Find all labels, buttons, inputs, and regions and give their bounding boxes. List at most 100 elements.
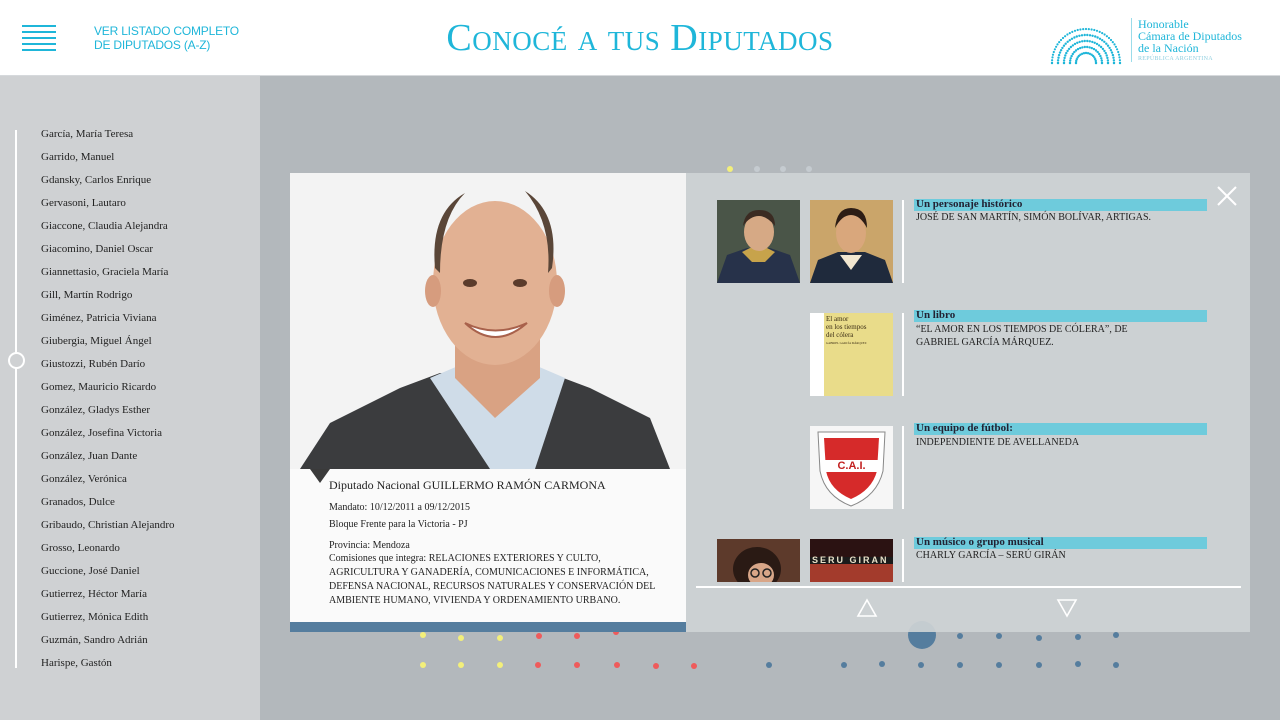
decorative-dot [1075, 661, 1081, 667]
deputy-list-item[interactable]: González, Gladys Esther [41, 403, 175, 426]
deputy-list-item[interactable]: Granados, Dulce [41, 495, 175, 518]
decorative-dot [614, 662, 620, 668]
favorite-separator [902, 539, 904, 582]
decorative-dot [727, 166, 733, 172]
decorative-dot [879, 661, 885, 667]
favorite-value: JOSÉ DE SAN MARTÍN, SIMÓN BOLÍVAR, ARTIG… [916, 212, 1152, 223]
decorative-dot [957, 662, 963, 668]
card-footer-bar [290, 622, 686, 632]
deputy-list-item[interactable]: Giménez, Patricia Viviana [41, 311, 175, 334]
decorative-dot [691, 663, 697, 669]
favorite-separator [902, 313, 904, 396]
bolivar-portrait-image [810, 200, 893, 283]
favorite-value: INDEPENDIENTE DE AVELLANEDA [916, 437, 1080, 448]
close-icon[interactable] [1216, 185, 1238, 207]
decorative-dot [458, 662, 464, 668]
favorite-separator [902, 426, 904, 509]
decorative-dot [1036, 662, 1042, 668]
book-cover-image: El amor en los tiempos del cólera GABRIE… [810, 313, 893, 396]
deputy-list-item[interactable]: Giacomino, Daniel Oscar [41, 242, 175, 265]
decorative-dot [458, 635, 464, 641]
favorite-label: Un libro [914, 310, 1207, 322]
favorite-value: “EL AMOR EN LOS TIEMPOS DE CÓLERA”, DE G… [916, 324, 1128, 348]
decorative-dot [420, 632, 426, 638]
favorites-divider [696, 586, 1241, 588]
album-text: SERU GIRAN [812, 555, 889, 565]
decorative-dot [1113, 632, 1119, 638]
sidebar-scroll-track[interactable] [15, 130, 17, 668]
favorite-label: Un personaje histórico [914, 199, 1207, 211]
decorative-dot [574, 662, 580, 668]
deputy-list-item[interactable]: Giustozzi, Rubén Darío [41, 357, 175, 380]
deputies-list: García, María Teresa Garrido, Manuel Gdans… [41, 127, 175, 679]
deputy-list-item[interactable]: Giaccone, Claudia Alejandra [41, 219, 175, 242]
deputy-province: Provincia: Mendoza [329, 540, 410, 551]
deputy-list-item[interactable]: Gutierrez, Mónica Edith [41, 610, 175, 633]
triangle-up-icon[interactable] [856, 598, 878, 618]
deputy-list-item[interactable]: Grosso, Leonardo [41, 541, 175, 564]
decorative-dot [535, 662, 541, 668]
triangle-down-icon[interactable] [1056, 598, 1078, 618]
profile-card: Diputado Nacional GUILLERMO RAMÓN CARMON… [290, 173, 686, 632]
deputy-info: Diputado Nacional GUILLERMO RAMÓN CARMON… [329, 478, 669, 608]
decorative-dot [996, 633, 1002, 639]
logo-line-3: de la Nación [1138, 41, 1199, 55]
deputy-list-item[interactable]: Giannettasio, Graciela María [41, 265, 175, 288]
deputy-list-item[interactable]: Gribaudo, Christian Alejandro [41, 518, 175, 541]
crest-text: C.A.I. [837, 460, 866, 472]
deputy-list-item[interactable]: Guccione, José Daniel [41, 564, 175, 587]
card-pointer [310, 469, 330, 483]
deputy-name: Diputado Nacional GUILLERMO RAMÓN CARMON… [329, 478, 606, 492]
congress-dome-logo-icon [1050, 27, 1122, 65]
decorative-dot [754, 166, 760, 172]
charly-garcia-image [717, 539, 800, 582]
decorative-dot [766, 662, 772, 668]
decorative-dot [497, 662, 503, 668]
deputy-bloc: Bloque Frente para la Victoria - PJ [329, 519, 468, 530]
book-author: GABRIEL GARCÍA MÁRQUEZ [826, 341, 867, 345]
deputy-list-item[interactable]: Gutierrez, Héctor María [41, 587, 175, 610]
deputy-list-item[interactable]: Gomez, Mauricio Ricardo [41, 380, 175, 403]
book-title-line3: del cólera [826, 331, 854, 339]
decorative-dot [1036, 635, 1042, 641]
decorative-dot [780, 166, 786, 172]
decorative-dot [653, 663, 659, 669]
deputy-list-item[interactable]: Guzmán, Sandro Adrián [41, 633, 175, 656]
favorite-label: Un músico o grupo musical [914, 537, 1207, 549]
decorative-dot [1075, 634, 1081, 640]
decorative-dot [957, 633, 963, 639]
decorative-dot [536, 633, 542, 639]
chamber-logo-text: Honorable Cámara de Diputados de la Naci… [1138, 18, 1242, 64]
favorite-label: Un equipo de fútbol: [914, 423, 1207, 435]
decorative-dot [574, 633, 580, 639]
favorite-separator [902, 200, 904, 283]
decorative-dot [918, 662, 924, 668]
seru-giran-album-image: SERU GIRAN [810, 539, 893, 582]
deputy-list-item[interactable]: Garrido, Manuel [41, 150, 175, 173]
decorative-dot [806, 166, 812, 172]
deputy-committees: Comisiones que integra: RELACIONES EXTER… [329, 553, 655, 606]
deputy-list-item[interactable]: Gdansky, Carlos Enrique [41, 173, 175, 196]
independiente-crest-image: C.A.I. [810, 426, 893, 509]
deputy-list-item[interactable]: González, Juan Dante [41, 449, 175, 472]
logo-divider [1131, 18, 1132, 62]
logo-line-4: REPÚBLICA ARGENTINA [1138, 56, 1213, 62]
decorative-dot [841, 662, 847, 668]
deputy-photo [290, 173, 686, 469]
deputy-list-item[interactable]: García, María Teresa [41, 127, 175, 150]
deputy-list-item[interactable]: Gill, Martín Rodrigo [41, 288, 175, 311]
deputy-portrait-icon [290, 173, 686, 469]
deputy-list-item[interactable]: González, Josefina Victoria [41, 426, 175, 449]
decorative-dot [497, 635, 503, 641]
deputy-list-item[interactable]: Gervasoni, Lautaro [41, 196, 175, 219]
sidebar-scroll-handle[interactable] [8, 352, 25, 369]
header: VER LISTADO COMPLETO DE DIPUTADOS (A-Z) … [0, 0, 1280, 76]
book-title-line1: El amor [826, 315, 849, 323]
decorative-dot [420, 662, 426, 668]
deputy-list-item[interactable]: Giubergia, Miguel Ángel [41, 334, 175, 357]
deputy-list-item[interactable]: Harispe, Gastón [41, 656, 175, 679]
decorative-dot [996, 662, 1002, 668]
favorite-value: CHARLY GARCÍA – SERÚ GIRÁN [916, 550, 1066, 561]
decorative-dot [1113, 662, 1119, 668]
deputy-list-item[interactable]: González, Verónica [41, 472, 175, 495]
